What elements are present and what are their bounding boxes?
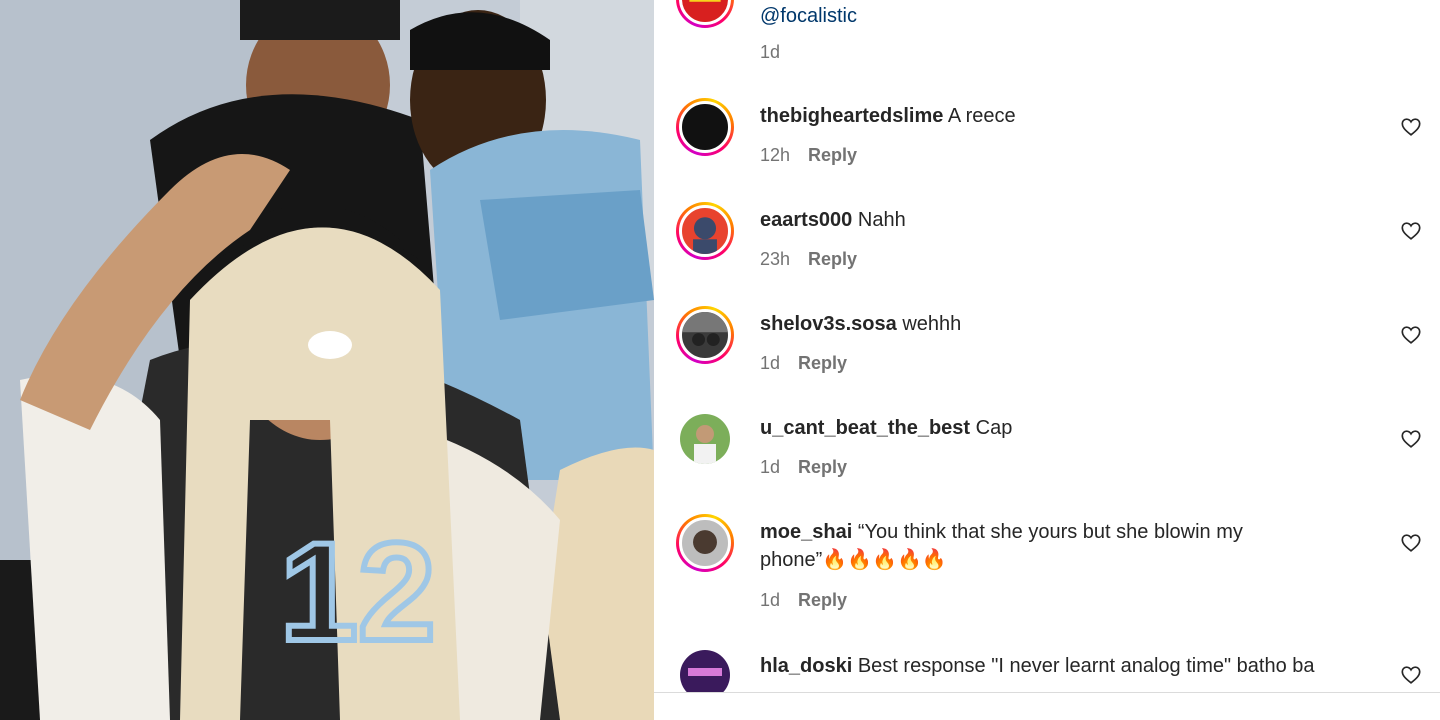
comment-time: 1d xyxy=(760,42,781,62)
comment-time: 1d xyxy=(760,590,781,610)
post-media[interactable]: 12 xyxy=(0,0,654,720)
mention-link[interactable]: @focalistic xyxy=(760,5,857,27)
heart-icon[interactable] xyxy=(1400,532,1422,554)
svg-text:12: 12 xyxy=(280,513,436,670)
comments-panel: @focalistic 1d thebigheartedslime A reec… xyxy=(654,0,1440,720)
comment-username[interactable]: moe_shai xyxy=(760,521,852,543)
comment-time: 23h xyxy=(760,249,791,269)
comment-username[interactable]: thebigheartedslime xyxy=(760,105,943,127)
comment-time: 12h xyxy=(760,145,791,165)
comment-text: Nahh xyxy=(857,209,906,231)
comment-time: 1d xyxy=(760,353,781,373)
comment-username[interactable]: hla_doski xyxy=(760,655,852,677)
comment-text: wehhh xyxy=(902,313,962,335)
comment-text: Cap xyxy=(975,417,1013,439)
reply-button[interactable]: Reply xyxy=(808,249,857,269)
comment-username[interactable]: u_cant_beat_the_best xyxy=(760,417,970,439)
reply-button[interactable]: Reply xyxy=(798,590,847,610)
avatar[interactable] xyxy=(676,0,734,28)
heart-icon[interactable] xyxy=(1400,324,1422,346)
heart-icon[interactable] xyxy=(1400,116,1422,138)
comment-text: Best response "I never learnt analog tim… xyxy=(857,655,1315,677)
avatar[interactable] xyxy=(676,202,734,260)
comment-username[interactable]: shelov3s.sosa xyxy=(760,313,897,335)
reply-button[interactable]: Reply xyxy=(798,353,847,373)
heart-icon[interactable] xyxy=(1400,428,1422,450)
avatar[interactable] xyxy=(676,98,734,156)
comment-username[interactable]: eaarts000 xyxy=(760,209,852,231)
reply-button[interactable]: Reply xyxy=(808,145,857,165)
heart-icon[interactable] xyxy=(1400,664,1422,686)
comments-footer-divider xyxy=(654,692,1440,720)
video-frame-image: 12 xyxy=(0,0,654,720)
heart-icon[interactable] xyxy=(1400,220,1422,242)
avatar[interactable] xyxy=(680,414,730,464)
comment-time: 1d xyxy=(760,457,781,477)
avatar[interactable] xyxy=(676,514,734,572)
avatar[interactable] xyxy=(676,306,734,364)
reply-button[interactable]: Reply xyxy=(798,457,847,477)
comment-text: A reece xyxy=(947,105,1016,127)
